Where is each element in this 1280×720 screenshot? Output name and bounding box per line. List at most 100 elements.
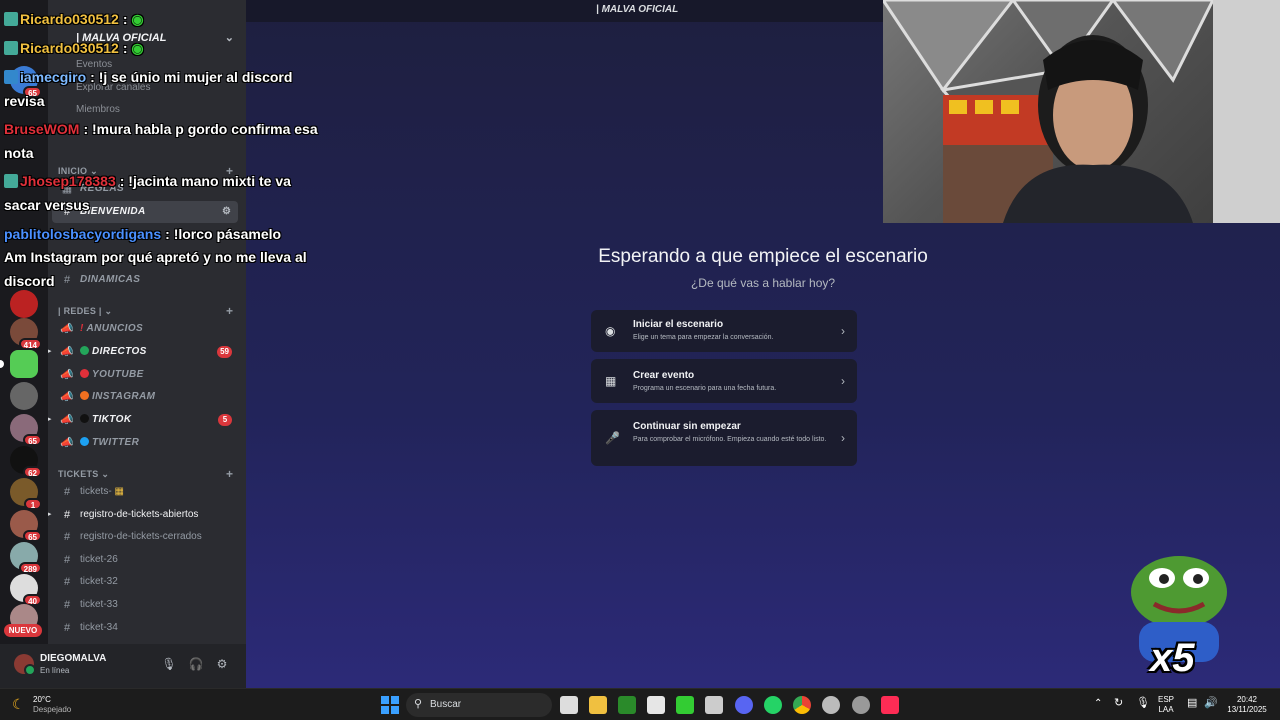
- server-icon[interactable]: 40: [10, 574, 42, 606]
- chevron-up-icon[interactable]: ⌃: [1094, 699, 1102, 709]
- search-icon: ⚲: [414, 698, 423, 710]
- selected-pill: [0, 360, 4, 368]
- chrome-icon[interactable]: [793, 696, 811, 714]
- new-badge: NUEVO: [4, 624, 42, 637]
- mic-icon: 🎤: [605, 431, 620, 445]
- channel-ticket-26[interactable]: # ticket-26: [52, 549, 238, 571]
- card-title: Continuar sin empezar: [633, 421, 741, 432]
- channel-ticket-33[interactable]: # ticket-33: [52, 594, 238, 616]
- language-indicator[interactable]: ESP LAA: [1158, 695, 1174, 715]
- category-tickets[interactable]: TICKETS ⌄ +: [58, 467, 233, 481]
- ticket-icon: ▦: [114, 486, 124, 497]
- plus-icon[interactable]: +: [226, 304, 233, 318]
- mic-icon[interactable]: 🎙: [160, 655, 178, 673]
- mic-tray-icon[interactable]: 🎙: [1136, 698, 1150, 709]
- channel-directos[interactable]: ▸ 📣 DIRECTOS 59: [48, 341, 238, 363]
- lang-top: ESP: [1158, 695, 1175, 704]
- server-icon[interactable]: [10, 290, 38, 318]
- card-desc: Elige un tema para empezar la conversaci…: [633, 334, 774, 341]
- channel-label: TIKTOK: [80, 409, 131, 431]
- hash-icon: #: [63, 531, 71, 543]
- megaphone-icon: 📣: [60, 391, 74, 403]
- chat-message: iamecgiro: !j se únio mi mujer al discor…: [4, 65, 324, 113]
- chat-text: : !lorco pásamelo: [165, 226, 282, 242]
- card-desc: Para comprobar el micrófono. Empieza cua…: [633, 436, 827, 443]
- channel-youtube[interactable]: 📣 YOUTUBE: [52, 364, 238, 386]
- whatsapp-icon[interactable]: [764, 696, 782, 714]
- user-status: En línea: [40, 666, 70, 675]
- server-icon[interactable]: 289: [10, 542, 42, 574]
- server-icon[interactable]: [10, 382, 38, 410]
- obs-icon[interactable]: [852, 696, 870, 714]
- tiktok-icon[interactable]: [881, 696, 899, 714]
- channel-label: ticket-33: [80, 599, 118, 610]
- webcam-background: [883, 0, 1280, 223]
- start-stage-button[interactable]: ◉ Iniciar el escenario Elige un tema par…: [591, 310, 857, 352]
- channel-anuncios[interactable]: 📣 ! ANUNCIOS: [52, 318, 238, 340]
- taskbar-search[interactable]: ⚲ Buscar: [406, 693, 552, 717]
- chat-message: Jhosep178383: !jacinta mano mixti te va …: [4, 169, 324, 217]
- channel-registro-cerrados[interactable]: # registro-de-tickets-cerrados: [52, 526, 238, 548]
- clock[interactable]: 20:42 13/11/2025: [1222, 695, 1272, 715]
- chat-user: Ricardo030512: [20, 11, 119, 27]
- emote-overlay: x5: [1124, 552, 1234, 692]
- channel-instagram[interactable]: 📣 INSTAGRAM: [52, 386, 238, 408]
- category-redes[interactable]: | REDES | ⌄ +: [58, 304, 233, 318]
- server-icon[interactable]: 1: [10, 478, 42, 510]
- network-icon[interactable]: ▤: [1187, 698, 1197, 709]
- server-icon[interactable]: 65: [10, 414, 42, 446]
- minecraft-icon[interactable]: [676, 696, 694, 714]
- discord-icon[interactable]: [735, 696, 753, 714]
- server-icon[interactable]: 65: [10, 510, 42, 542]
- server-icon[interactable]: 414: [10, 318, 42, 350]
- category-label: | REDES |: [58, 306, 102, 316]
- headphones-icon[interactable]: 🎧: [187, 655, 205, 673]
- card-title: Iniciar el escenario: [633, 319, 724, 330]
- hash-icon: #: [63, 622, 71, 634]
- channel-label: ticket-34: [80, 622, 118, 633]
- store-icon[interactable]: [647, 696, 665, 714]
- create-event-button[interactable]: ▦ Crear evento Programa un escenario par…: [591, 359, 857, 403]
- file-explorer-icon[interactable]: [589, 696, 607, 714]
- chat-user: pablitolosbacyordigans: [4, 226, 162, 242]
- channel-ticket-32[interactable]: # ticket-32: [52, 571, 238, 593]
- chevron-right-icon: ›: [841, 431, 845, 445]
- task-view-icon[interactable]: [560, 696, 578, 714]
- chat-user: BruseWOM: [4, 121, 80, 137]
- megaphone-icon: 📣: [60, 323, 74, 335]
- sync-icon[interactable]: ↻: [1114, 698, 1123, 709]
- server-icon[interactable]: [0, 350, 38, 378]
- weather-icon[interactable]: ☾: [12, 696, 25, 713]
- xbox-icon[interactable]: [618, 696, 636, 714]
- hash-icon: #: [63, 554, 71, 566]
- channel-tiktok[interactable]: ▸ 📣 TIKTOK 5: [48, 409, 238, 431]
- channel-twitter[interactable]: 📣 TWITTER: [52, 432, 238, 454]
- lang-bottom: LAA: [1158, 705, 1174, 714]
- emote-count: x5: [1150, 636, 1195, 680]
- server-icon[interactable]: 62: [10, 446, 42, 478]
- time: 20:42: [1236, 695, 1258, 704]
- channel-label: ! ANUNCIOS: [80, 323, 144, 334]
- channel-label: registro-de-tickets-abiertos: [80, 509, 199, 520]
- plus-icon[interactable]: +: [226, 467, 233, 481]
- gear-icon[interactable]: ⚙: [213, 655, 231, 673]
- expand-arrow-icon: ▸: [48, 511, 52, 518]
- stage-subtitle: ¿De qué vas a hablar hoy?: [690, 276, 836, 290]
- megaphone-icon: 📣: [60, 369, 74, 381]
- channel-label: DIRECTOS: [80, 341, 147, 363]
- notepad-icon[interactable]: [705, 696, 723, 714]
- channel-ticket-34[interactable]: # ticket-34: [52, 617, 238, 639]
- chat-message: Ricardo030512: ◉: [4, 36, 324, 60]
- hash-icon: #: [63, 599, 71, 611]
- channel-tickets[interactable]: # tickets- ▦: [52, 481, 238, 503]
- windows-start-icon[interactable]: [381, 696, 399, 714]
- hash-icon: #: [63, 576, 71, 588]
- avatar[interactable]: [14, 654, 36, 676]
- weather-temp: 20°C: [33, 695, 51, 704]
- volume-icon[interactable]: 🔊: [1204, 698, 1218, 709]
- chevron-right-icon: ›: [841, 324, 845, 338]
- continue-without-starting-button[interactable]: 🎤 Continuar sin empezar Para comprobar e…: [591, 410, 857, 466]
- app-icon[interactable]: [822, 696, 840, 714]
- megaphone-icon: 📣: [60, 414, 74, 426]
- channel-registro-abiertos[interactable]: ▸ # registro-de-tickets-abiertos: [48, 504, 238, 526]
